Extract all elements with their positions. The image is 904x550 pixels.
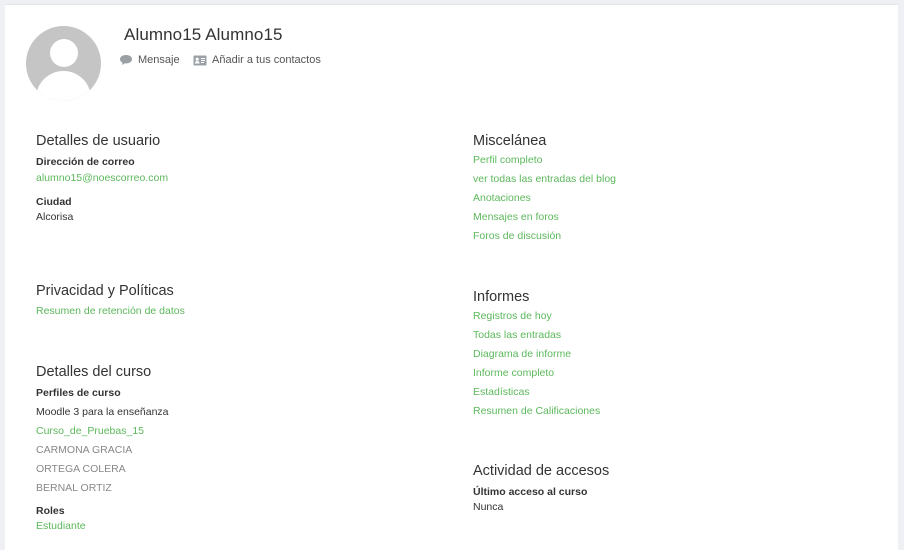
email-label: Dirección de correo	[36, 156, 135, 168]
course-details-section: Detalles del curso Perfiles de curso Moo…	[36, 363, 169, 534]
report-link-statistics[interactable]: Estadísticas	[473, 383, 600, 402]
role-link[interactable]: Estudiante	[36, 519, 169, 534]
reports-links: Registros de hoy Todas las entradas Diag…	[473, 307, 600, 421]
report-link-all-entries[interactable]: Todas las entradas	[473, 326, 600, 345]
misc-link-forum-posts[interactable]: Mensajes en foros	[473, 208, 616, 227]
reports-section: Informes Registros de hoy Todas las entr…	[473, 288, 600, 421]
misc-title: Miscelánea	[473, 133, 547, 149]
report-link-today[interactable]: Registros de hoy	[473, 307, 600, 326]
course-teacher-item: CARMONA GRACIA	[36, 444, 133, 456]
report-link-grades-summary[interactable]: Resumen de Calificaciones	[473, 402, 600, 421]
user-details-section: Detalles de usuario Dirección de correo …	[36, 132, 168, 225]
last-access-label: Último acceso al curso	[473, 486, 588, 498]
city-value: Alcorisa	[36, 211, 74, 223]
last-access-value: Nunca	[473, 501, 504, 513]
misc-section: Miscelánea Perfil completo ver todas las…	[473, 132, 616, 246]
data-retention-link[interactable]: Resumen de retención de datos	[36, 302, 185, 321]
misc-link-notes[interactable]: Anotaciones	[473, 189, 616, 208]
access-section: Actividad de accesos Último acceso al cu…	[473, 462, 609, 515]
access-title: Actividad de accesos	[473, 463, 610, 479]
misc-link-full-profile[interactable]: Perfil completo	[473, 151, 616, 170]
report-link-complete[interactable]: Informe completo	[473, 364, 600, 383]
course-teacher-item: BERNAL ORTIZ	[36, 482, 112, 494]
report-link-diagram[interactable]: Diagrama de informe	[473, 345, 600, 364]
privacy-title: Privacidad y Políticas	[36, 283, 174, 299]
profile-card: Alumno15 Alumno15 Mensaje Añadir a tus c…	[5, 4, 898, 550]
avatar-body	[36, 71, 91, 101]
speech-bubble-icon	[120, 55, 132, 65]
course-profile-link[interactable]: Curso_de_Pruebas_15	[36, 422, 169, 441]
misc-link-blog[interactable]: ver todas las entradas del blog	[473, 170, 616, 189]
user-details-title: Detalles de usuario	[36, 133, 161, 149]
misc-link-forum-discussions[interactable]: Foros de discusión	[473, 227, 616, 246]
course-details-title: Detalles del curso	[36, 364, 152, 380]
course-teacher-item: ORTEGA COLERA	[36, 463, 126, 475]
course-profiles-list: Moodle 3 para la enseñanza Curso_de_Prue…	[36, 403, 169, 498]
privacy-section: Privacidad y Políticas Resumen de retenc…	[36, 282, 185, 321]
add-contact-button[interactable]: Añadir a tus contactos	[193, 54, 321, 66]
roles-label: Roles	[36, 505, 65, 517]
city-label: Ciudad	[36, 196, 72, 208]
add-contact-label: Añadir a tus contactos	[212, 54, 321, 66]
email-link[interactable]: alumno15@noescorreo.com	[36, 170, 168, 186]
message-label: Mensaje	[138, 54, 180, 66]
misc-links: Perfil completo ver todas las entradas d…	[473, 151, 616, 246]
reports-title: Informes	[473, 289, 530, 305]
course-profiles-label: Perfiles de curso	[36, 387, 121, 399]
address-card-icon	[193, 55, 207, 65]
user-name: Alumno15 Alumno15	[124, 25, 283, 44]
message-button[interactable]: Mensaje	[119, 54, 180, 66]
course-profile-item: Moodle 3 para la enseñanza	[36, 406, 169, 418]
avatar	[26, 26, 101, 101]
avatar-head	[50, 39, 78, 67]
